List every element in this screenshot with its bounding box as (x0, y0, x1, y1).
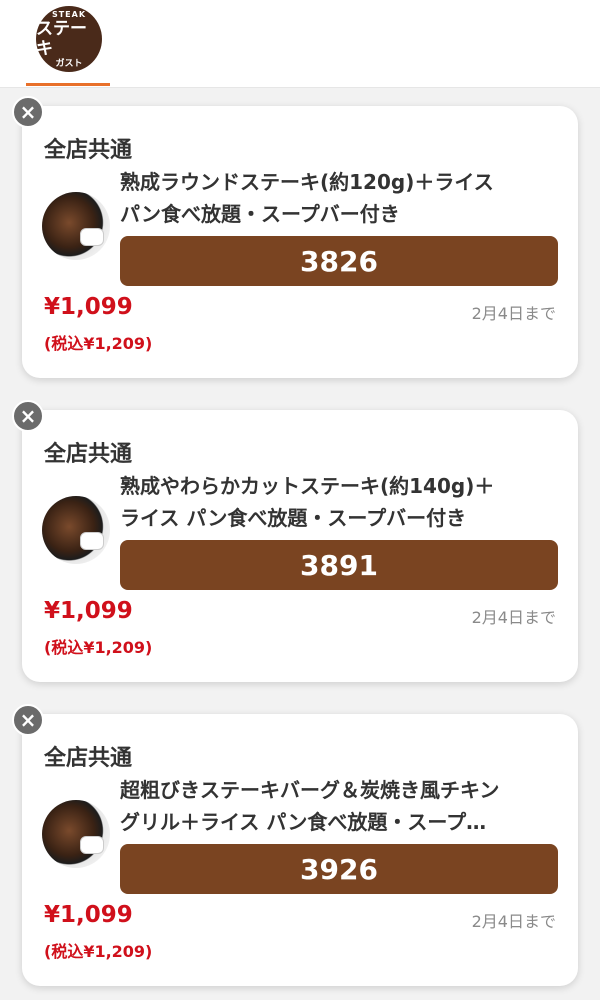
coupon-valid-until: 2月4日まで (471, 304, 556, 323)
coupon-scope: 全店共通 (44, 138, 133, 163)
coupon-card[interactable]: × 全店共通 超粗びきステーキバーグ＆炭焼き風チキン グリル＋ライス パン食べ放… (12, 704, 578, 986)
coupon-card[interactable]: × 全店共通 熟成やわらかカットステーキ(約140g)＋ ライス パン食べ放題・… (12, 400, 578, 682)
steak-thumbnail (42, 800, 110, 868)
coupon-title: 熟成やわらかカットステーキ(約140g)＋ ライス パン食べ放題・スープバー付き (120, 470, 560, 534)
coupon-title-line: 超粗びきステーキバーグ＆炭焼き風チキン (120, 778, 500, 802)
coupon-valid-until: 2月4日まで (471, 608, 556, 627)
coupon-code: 3926 (120, 844, 558, 894)
logo-text-steak: STEAK (51, 9, 87, 19)
active-tab-indicator (26, 83, 110, 86)
coupon-price: ¥1,099 (44, 902, 133, 928)
coupon-valid-until: 2月4日まで (471, 912, 556, 931)
close-icon[interactable]: × (12, 96, 44, 128)
logo-text-gusto: ガスト (55, 58, 83, 69)
steak-gusto-logo[interactable]: STEAK ステーキ ガスト (36, 6, 102, 72)
coupon-scope: 全店共通 (44, 746, 133, 771)
coupon-title-line: 熟成ラウンドステーキ(約120g)＋ライス (120, 170, 494, 194)
coupon-title-line: パン食べ放題・スープバー付き (120, 202, 400, 226)
coupon-title-line: グリル＋ライス パン食べ放題・スープ… (120, 810, 487, 834)
coupon-title: 超粗びきステーキバーグ＆炭焼き風チキン グリル＋ライス パン食べ放題・スープ… (120, 774, 560, 838)
coupon-price: ¥1,099 (44, 598, 133, 624)
coupon-price: ¥1,099 (44, 294, 133, 320)
logo-text-main: ステーキ (36, 18, 87, 59)
coupon-card[interactable]: × 全店共通 熟成ラウンドステーキ(約120g)＋ライス パン食べ放題・スープバ… (12, 96, 578, 378)
close-icon[interactable]: × (12, 704, 44, 736)
coupon-tax-price: (税込¥1,209) (44, 334, 153, 353)
coupon-code: 3826 (120, 236, 558, 286)
steak-thumbnail (42, 192, 110, 260)
coupon-scope: 全店共通 (44, 442, 133, 467)
top-bar: STEAK ステーキ ガスト (0, 0, 600, 88)
coupon-title: 熟成ラウンドステーキ(約120g)＋ライス パン食べ放題・スープバー付き (120, 166, 560, 230)
coupon-tax-price: (税込¥1,209) (44, 942, 153, 961)
coupon-tax-price: (税込¥1,209) (44, 638, 153, 657)
coupon-title-line: ライス パン食べ放題・スープバー付き (120, 506, 467, 530)
steak-thumbnail (42, 496, 110, 564)
coupon-code: 3891 (120, 540, 558, 590)
close-icon[interactable]: × (12, 400, 44, 432)
coupon-title-line: 熟成やわらかカットステーキ(約140g)＋ (120, 474, 495, 498)
